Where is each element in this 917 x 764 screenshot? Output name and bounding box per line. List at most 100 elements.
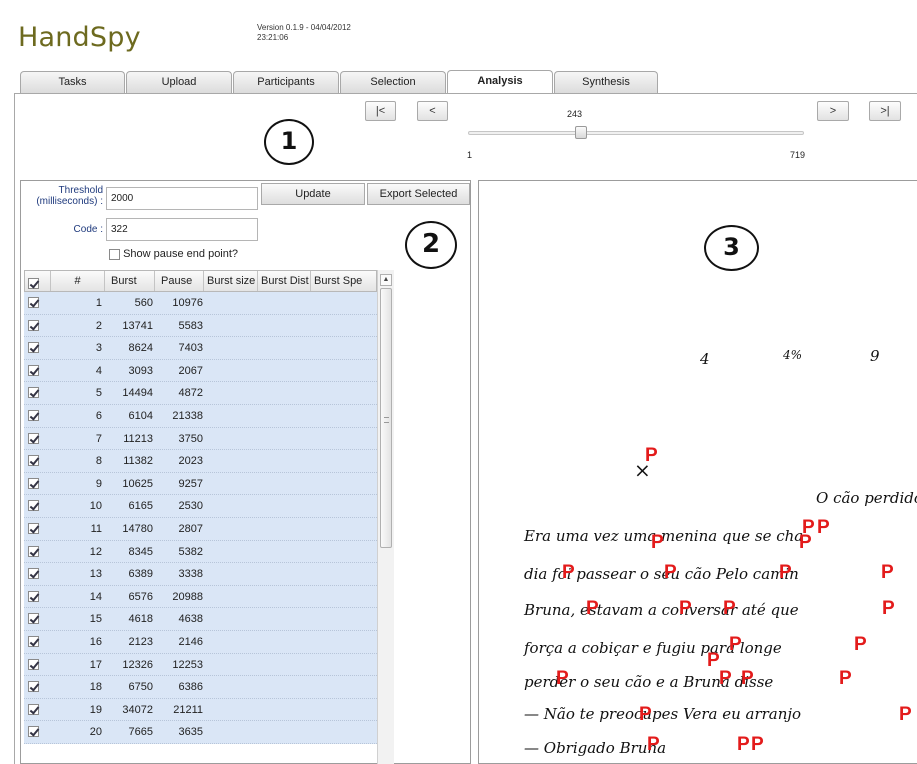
table-row[interactable]: 11 14780 2807 xyxy=(24,517,377,541)
row-checkbox[interactable] xyxy=(28,455,39,467)
annotation-circle-1: 1 xyxy=(264,119,314,165)
row-number: 11 xyxy=(90,522,102,535)
table-row[interactable]: 9 10625 9257 xyxy=(24,472,377,496)
app-logo: HandSpy xyxy=(18,22,141,53)
pause-marker: P xyxy=(799,532,812,553)
pause-marker: P xyxy=(779,562,792,583)
row-checkbox[interactable] xyxy=(28,568,39,580)
handwriting-mark-3: 9 xyxy=(870,347,880,365)
row-burst: 7665 xyxy=(128,726,153,739)
row-checkbox[interactable] xyxy=(28,613,39,625)
row-checkbox[interactable] xyxy=(28,590,39,602)
scrollbar-thumb[interactable] xyxy=(380,288,392,548)
col-pause[interactable]: Pause xyxy=(155,271,204,291)
table-row[interactable]: 18 6750 6386 xyxy=(24,676,377,699)
col-number[interactable]: # xyxy=(51,271,105,291)
row-checkbox[interactable] xyxy=(28,703,39,715)
scroll-up-arrow-icon[interactable]: ▲ xyxy=(380,274,392,286)
row-pause: 10976 xyxy=(172,297,203,309)
row-checkbox[interactable] xyxy=(28,635,39,647)
col-burst-speed[interactable]: Burst Spe xyxy=(311,271,378,291)
show-pause-checkbox[interactable] xyxy=(109,248,120,260)
pause-marker: P xyxy=(639,704,652,725)
table-row[interactable]: 3 8624 7403 xyxy=(24,337,377,360)
table-row[interactable]: 12 8345 5382 xyxy=(24,540,377,564)
row-checkbox[interactable] xyxy=(28,545,39,557)
tab-participants[interactable]: Participants xyxy=(233,71,339,93)
table-row[interactable]: 19 34072 21211 xyxy=(24,698,377,722)
tab-upload[interactable]: Upload xyxy=(126,71,232,93)
row-number: 2 xyxy=(95,319,102,332)
row-checkbox[interactable] xyxy=(28,342,39,354)
row-pause: 3338 xyxy=(178,568,203,581)
row-pause: 2146 xyxy=(178,635,203,648)
table-row[interactable]: 8 11382 2023 xyxy=(24,450,377,473)
table-row[interactable]: 10 6165 2530 xyxy=(24,495,377,518)
row-pause: 4638 xyxy=(178,613,203,626)
pause-marker: P xyxy=(729,634,742,655)
table-row[interactable]: 7 11213 3750 xyxy=(24,427,377,451)
table-row[interactable]: 20 7665 3635 xyxy=(24,721,377,744)
tab-synthesis[interactable]: Synthesis xyxy=(554,71,658,93)
row-checkbox[interactable] xyxy=(28,319,39,331)
tab-tasks[interactable]: Tasks xyxy=(20,71,125,93)
table-row[interactable]: 14 6576 20988 xyxy=(24,585,377,609)
slider-current-value: 243 xyxy=(567,109,583,119)
row-checkbox[interactable] xyxy=(28,364,39,376)
row-pause: 5583 xyxy=(178,319,203,332)
next-page-button[interactable]: > xyxy=(817,101,849,121)
row-pause: 2807 xyxy=(178,522,203,535)
row-number: 12 xyxy=(89,545,102,558)
row-checkbox[interactable] xyxy=(28,432,39,444)
table-row[interactable]: 17 12326 12253 xyxy=(24,653,377,677)
row-checkbox[interactable] xyxy=(28,658,39,670)
tab-analysis[interactable]: Analysis xyxy=(447,70,553,94)
row-pause: 21338 xyxy=(172,409,203,422)
table-row[interactable]: 6 6104 21338 xyxy=(24,404,377,428)
tab-selection[interactable]: Selection xyxy=(340,71,446,93)
row-number: 8 xyxy=(95,455,102,468)
row-checkbox[interactable] xyxy=(28,477,39,489)
row-burst: 6750 xyxy=(128,681,153,694)
row-checkbox[interactable] xyxy=(28,522,39,534)
row-checkbox[interactable] xyxy=(28,726,39,738)
prev-page-button[interactable]: < xyxy=(417,101,448,121)
version-text: Version 0.1.9 - 04/04/2012 xyxy=(257,23,351,32)
pause-marker: P xyxy=(741,668,754,689)
threshold-input[interactable]: 2000 xyxy=(106,187,258,210)
table-row[interactable]: 2 13741 5583 xyxy=(24,314,377,338)
row-pause: 5382 xyxy=(178,545,203,558)
last-page-button[interactable]: >| xyxy=(869,101,901,121)
col-burst[interactable]: Burst xyxy=(105,271,155,291)
table-row[interactable]: 5 14494 4872 xyxy=(24,382,377,405)
handwriting-line-4: força a cobiçar e fugiu para longe xyxy=(524,639,782,657)
code-input[interactable]: 322 xyxy=(106,218,258,241)
row-checkbox[interactable] xyxy=(28,297,39,308)
row-burst: 6165 xyxy=(128,500,153,513)
row-checkbox[interactable] xyxy=(28,681,39,693)
table-scrollbar[interactable]: ▲ xyxy=(377,270,394,764)
page-slider-thumb[interactable] xyxy=(575,126,588,139)
row-checkbox[interactable] xyxy=(28,500,39,512)
table-row[interactable]: 4 3093 2067 xyxy=(24,359,377,383)
row-number: 10 xyxy=(89,500,102,513)
col-burst-dist[interactable]: Burst Dist xyxy=(258,271,311,291)
table-row[interactable]: 15 4618 4638 xyxy=(24,608,377,631)
export-selected-button[interactable]: Export Selected xyxy=(367,183,470,205)
row-checkbox[interactable] xyxy=(28,409,39,421)
update-button[interactable]: Update xyxy=(261,183,365,205)
row-burst: 11213 xyxy=(123,432,153,445)
row-checkbox[interactable] xyxy=(28,387,39,399)
table-row[interactable]: 1 560 10976 xyxy=(24,292,377,315)
select-all-checkbox[interactable] xyxy=(28,277,39,289)
page-slider-track[interactable] xyxy=(468,131,804,135)
col-burst-size[interactable]: Burst size xyxy=(204,271,258,291)
row-pause: 3750 xyxy=(178,432,203,445)
row-number: 19 xyxy=(89,703,102,716)
table-row[interactable]: 16 2123 2146 xyxy=(24,630,377,654)
table-row[interactable]: 13 6389 3338 xyxy=(24,563,377,586)
first-page-button[interactable]: |< xyxy=(365,101,396,121)
pause-marker: P xyxy=(556,668,569,689)
row-pause: 2067 xyxy=(178,364,203,377)
row-number: 17 xyxy=(89,658,102,671)
